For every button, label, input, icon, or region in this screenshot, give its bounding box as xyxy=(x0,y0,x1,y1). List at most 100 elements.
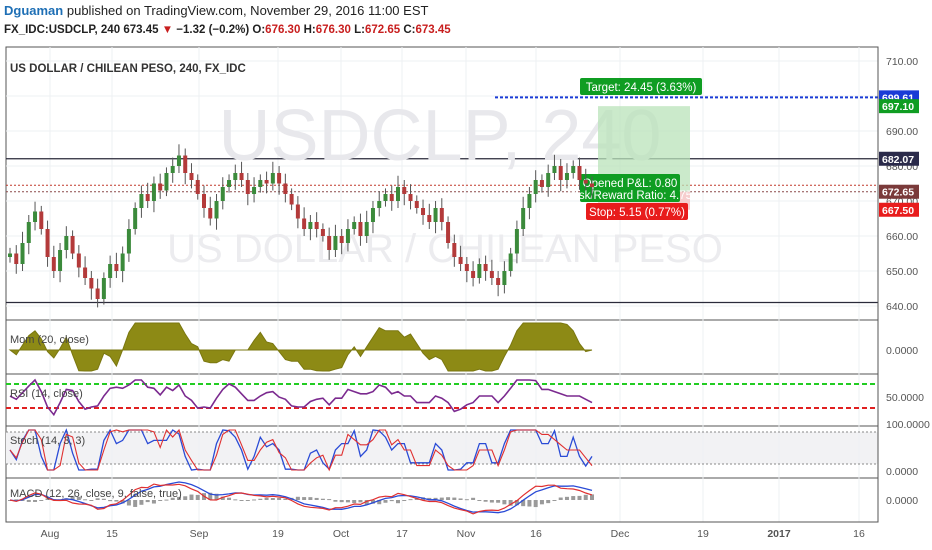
macd-histogram-bar xyxy=(577,495,582,500)
candle-body xyxy=(571,166,576,173)
candle-body xyxy=(552,166,557,173)
macd-histogram-bar xyxy=(320,498,325,500)
candle-body xyxy=(302,218,307,229)
candle-body xyxy=(514,229,519,254)
macd-histogram-bar xyxy=(339,500,344,503)
candle-body xyxy=(577,166,582,180)
risk-reward-label[interactable]: Risk/Reward Ratio: 4.75 xyxy=(568,190,692,202)
rsi-title: RSI (14, close) xyxy=(10,388,83,400)
macd-histogram-bar xyxy=(496,500,501,503)
candle-body xyxy=(352,222,357,229)
macd-histogram-bar xyxy=(458,498,463,500)
candle-body xyxy=(252,187,257,194)
candle-body xyxy=(558,166,563,180)
candle-body xyxy=(521,208,526,229)
macd-histogram-bar xyxy=(502,500,507,505)
candle-body xyxy=(14,253,19,264)
time-tick-label: Oct xyxy=(333,528,349,540)
candle-body xyxy=(145,194,150,201)
macd-histogram-bar xyxy=(590,494,594,500)
macd-histogram-bar xyxy=(345,500,350,503)
macd-histogram-bar xyxy=(139,500,144,505)
candle-body xyxy=(583,180,588,184)
macd-histogram-bar xyxy=(302,497,307,500)
candle-body xyxy=(20,243,25,264)
candle-body xyxy=(508,253,513,271)
candle-body xyxy=(427,215,432,222)
macd-histogram-bar xyxy=(471,497,476,500)
candle-body xyxy=(133,208,138,229)
candle-body xyxy=(277,173,282,184)
candle-body xyxy=(233,173,238,180)
watermark-symbol: USDCLP, 240 xyxy=(219,96,662,176)
candle-body xyxy=(108,264,113,278)
macd-histogram-bar xyxy=(308,497,313,500)
macd-histogram-bar xyxy=(527,500,532,507)
time-tick-label: 16 xyxy=(853,528,865,540)
time-tick-label: 17 xyxy=(396,528,408,540)
candle-body xyxy=(33,211,38,222)
candle-body xyxy=(527,194,532,208)
macd-histogram-bar xyxy=(39,500,44,501)
candle-body xyxy=(345,229,350,243)
macd-histogram-bar xyxy=(189,494,194,500)
candle-body xyxy=(364,222,369,236)
candle-body xyxy=(8,253,12,257)
time-tick-label: 19 xyxy=(272,528,284,540)
macd-histogram-bar xyxy=(408,499,413,501)
opened-pl-label[interactable]: Opened P&L: 0.80 xyxy=(583,178,678,190)
macd-histogram-bar xyxy=(252,499,257,501)
macd-histogram-bar xyxy=(533,500,538,508)
macd-histogram-bar xyxy=(33,500,38,502)
candle-body xyxy=(477,264,482,278)
candle-body xyxy=(227,180,232,187)
chart-canvas[interactable]: USDCLP, 240 US DOLLAR / CHILEAN PESO Tar… xyxy=(0,0,932,550)
candle-body xyxy=(126,229,131,254)
candle-body xyxy=(489,271,494,278)
candle-body xyxy=(158,183,163,191)
price-tick-label: 690.00 xyxy=(886,126,918,138)
indicator-tick-label: 50.0000 xyxy=(886,392,924,404)
macd-histogram-bar xyxy=(258,498,263,500)
indicator-tick-label: 100.0000 xyxy=(886,419,930,431)
candle-body xyxy=(546,173,551,187)
price-tick-label: 710.00 xyxy=(886,56,918,68)
candle-body xyxy=(295,204,300,219)
macd-histogram-bar xyxy=(352,500,357,504)
stoch-band xyxy=(6,432,878,464)
candle-body xyxy=(151,183,156,201)
candle-body xyxy=(101,278,106,299)
macd-histogram-bar xyxy=(571,496,576,500)
candle-body xyxy=(383,194,388,201)
candle-body xyxy=(471,271,476,278)
stop-label[interactable]: Stop: 5.15 (0.77%) xyxy=(589,207,685,219)
macd-histogram-bar xyxy=(227,497,232,500)
candle-body xyxy=(76,253,81,268)
candle-body xyxy=(26,222,31,243)
target-label[interactable]: Target: 24.45 (3.63%) xyxy=(586,82,697,94)
candle-body xyxy=(51,257,56,271)
candle-body xyxy=(64,236,69,250)
macd-histogram-bar xyxy=(245,500,250,501)
macd-histogram-bar xyxy=(439,497,444,500)
candle-body xyxy=(239,173,244,180)
candle-body xyxy=(483,264,488,271)
candle-body xyxy=(83,267,88,278)
candle-body xyxy=(333,236,338,250)
macd-histogram-bar xyxy=(546,500,551,504)
candle-body xyxy=(446,222,451,243)
time-tick-label: Dec xyxy=(611,528,630,540)
macd-histogram-bar xyxy=(270,498,275,500)
macd-histogram-bar xyxy=(558,497,563,500)
candle-body xyxy=(183,155,188,173)
macd-histogram-bar xyxy=(264,497,269,500)
indicator-tick-label: 0.0000 xyxy=(886,345,918,357)
mom-title: Mom (20, close) xyxy=(10,334,89,346)
candle-body xyxy=(164,173,169,191)
candle-body xyxy=(339,236,344,243)
candle-body xyxy=(564,173,569,180)
price-tick-label: 660.00 xyxy=(886,231,918,243)
candle-body xyxy=(245,180,250,194)
candle-body xyxy=(45,229,50,257)
macd-histogram-bar xyxy=(195,494,200,500)
